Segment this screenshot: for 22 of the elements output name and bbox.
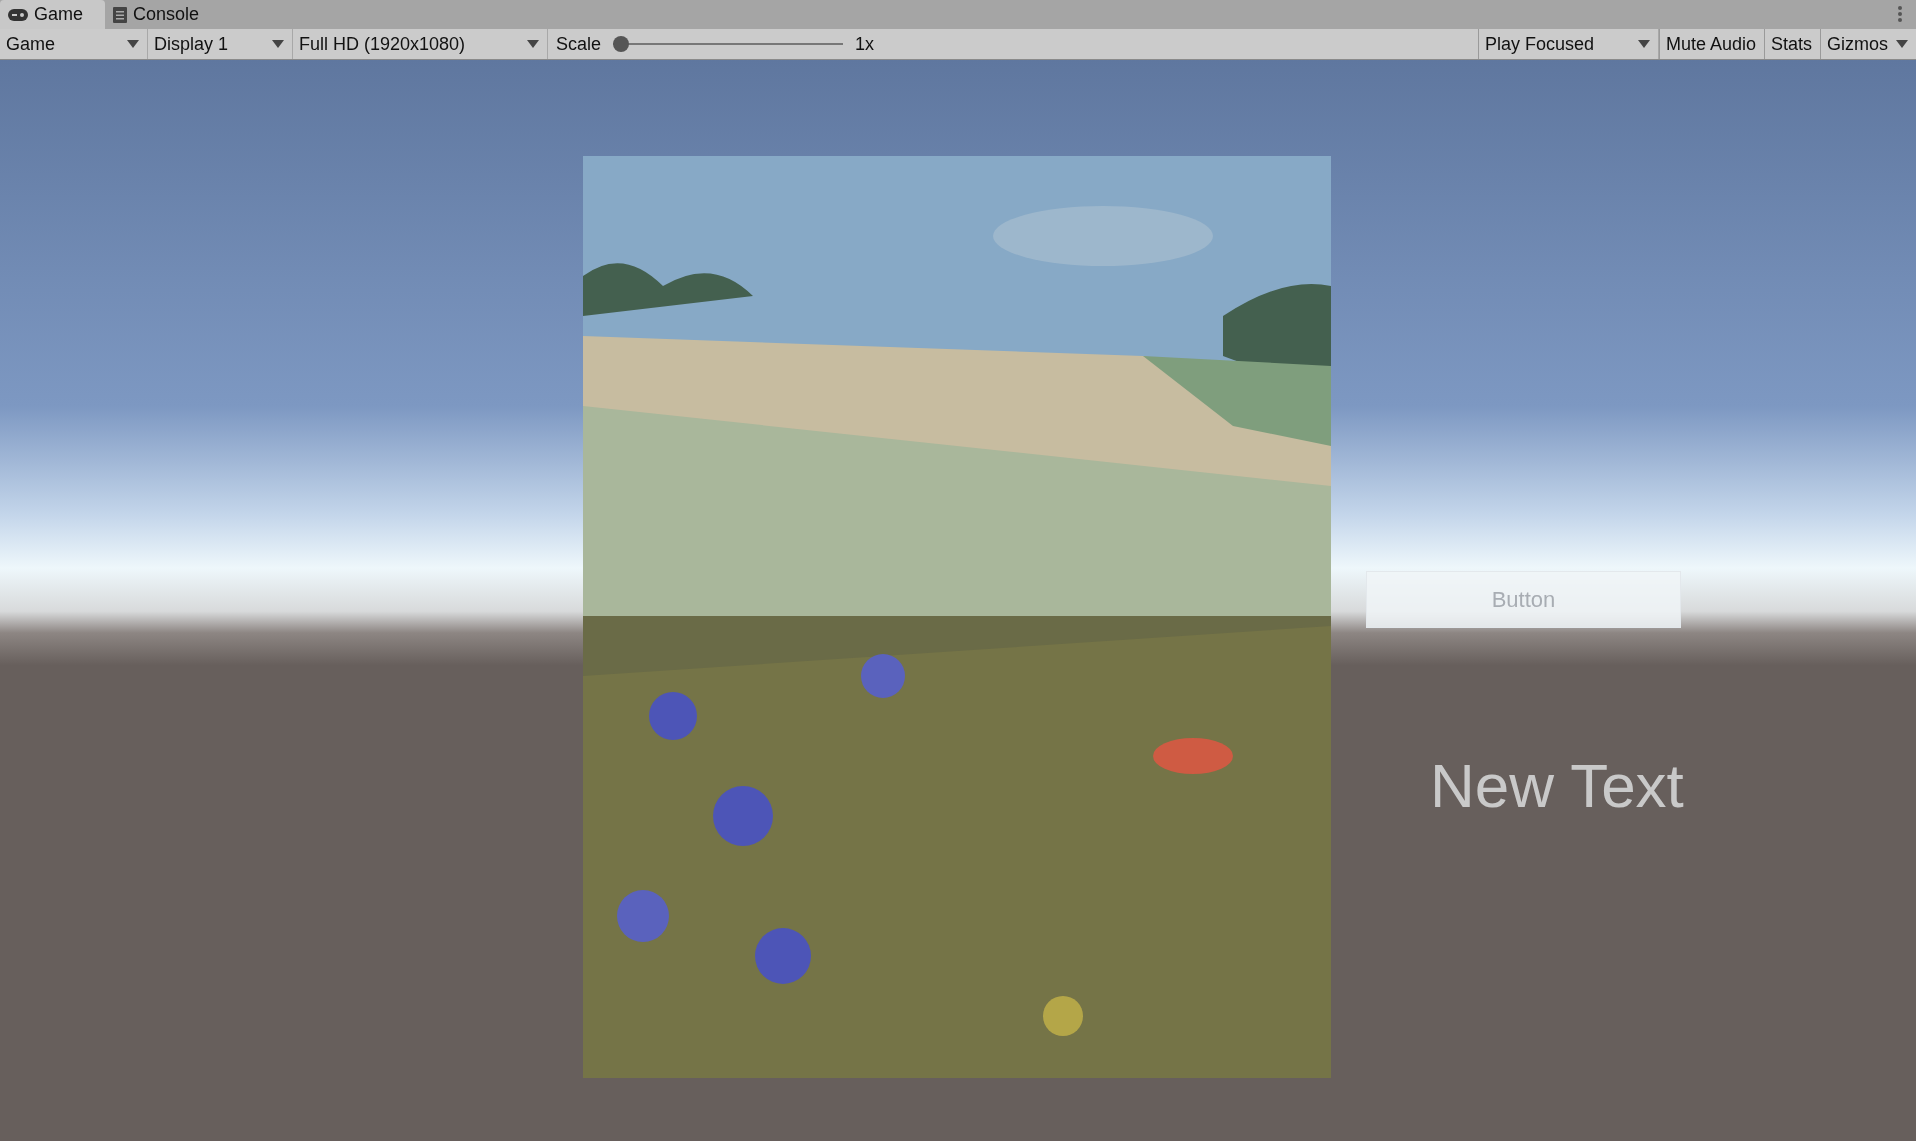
tab[interactable]: Console (105, 0, 222, 29)
more-icon[interactable] (1898, 6, 1902, 22)
toggle-label: Gizmos (1827, 33, 1888, 55)
caret-icon (527, 40, 539, 48)
scale-label: Scale (556, 33, 602, 55)
tab[interactable]: Game (0, 0, 106, 29)
list-icon (113, 6, 128, 23)
caret-icon (1896, 40, 1908, 48)
gamepad-icon (8, 8, 28, 21)
dropdown[interactable]: Display 1 (148, 29, 293, 59)
caret-icon (127, 40, 139, 48)
ui-text: New Text (1430, 750, 1684, 821)
toggle-button[interactable]: Stats (1763, 29, 1820, 59)
caret-icon (1637, 40, 1650, 48)
dropdown[interactable]: Play Focused (1477, 29, 1659, 59)
scale-value: 1x (855, 33, 875, 55)
dropdown[interactable]: Game (0, 29, 148, 59)
caret-icon (272, 40, 284, 48)
slider-thumb[interactable] (613, 36, 630, 52)
toggle-button[interactable]: Mute Audio (1658, 29, 1764, 59)
dropdown[interactable]: Full HD (1920x1080) (293, 29, 548, 59)
toggle-button[interactable]: Gizmos (1820, 29, 1916, 59)
